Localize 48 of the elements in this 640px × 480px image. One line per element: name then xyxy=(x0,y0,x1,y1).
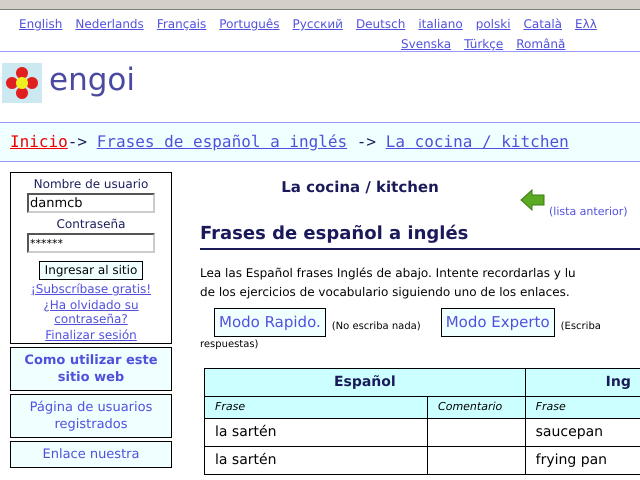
account-link[interactable]: ¿Ha olvidado su contraseña? xyxy=(41,298,141,326)
account-link[interactable]: Finalizar sesión xyxy=(45,328,137,342)
language-link[interactable]: Français xyxy=(156,15,206,33)
account-link[interactable]: ¡Subscríbase gratis! xyxy=(30,282,152,296)
username-field[interactable]: danmcb xyxy=(27,193,155,213)
mode-note: respuestas) xyxy=(200,338,260,352)
breadcrumb-separator: -> xyxy=(356,131,378,153)
language-link[interactable]: Русский xyxy=(292,15,343,33)
login-button[interactable]: Ingresar al sitio xyxy=(38,261,144,280)
column-group-header: Español xyxy=(204,368,526,396)
table-cell: la sartén xyxy=(204,446,428,474)
language-link[interactable]: Türkçe xyxy=(464,35,504,51)
password-label: Contraseña xyxy=(56,216,126,233)
language-link[interactable]: Português xyxy=(219,15,280,33)
language-link[interactable]: Català xyxy=(524,15,562,33)
password-field[interactable]: ****** xyxy=(27,233,155,253)
mode-note: (No escriba nada) xyxy=(332,320,421,334)
language-link[interactable]: polski xyxy=(476,15,511,33)
breadcrumb-link[interactable]: La cocina / kitchen xyxy=(386,130,569,154)
language-link[interactable]: Română xyxy=(516,35,566,51)
mode-note: (Escriba xyxy=(560,320,601,334)
left-arrow-icon[interactable] xyxy=(520,188,546,212)
previous-list-link[interactable]: (lista anterior) xyxy=(549,204,628,220)
column-header: Frase xyxy=(204,396,428,418)
language-link[interactable]: English xyxy=(19,15,62,33)
language-link[interactable]: Deutsch xyxy=(356,15,406,33)
mode-button[interactable]: Modo Experto xyxy=(440,308,555,336)
sidebar-link[interactable]: Enlace nuestra xyxy=(10,441,172,468)
breadcrumb-separator: -> xyxy=(68,131,88,153)
logo-text: engoi xyxy=(49,60,135,100)
language-link[interactable]: Svenska xyxy=(401,35,452,51)
list-title: La cocina / kitchen xyxy=(280,177,440,198)
intro-text: Lea las Español frases Inglés de abajo. Intente recordarlas y lu de los ejercicios de vocabulario siguiendo uno de los enlaces. xyxy=(200,265,577,301)
sidebar-link[interactable]: Como utilizar este sitio web xyxy=(10,347,172,391)
column-header: Frase xyxy=(525,396,640,418)
section-heading: Frases de español a inglés xyxy=(200,220,640,250)
table-cell: la sartén xyxy=(204,418,428,446)
language-link[interactable]: Nederlands xyxy=(75,15,144,33)
language-link[interactable]: italiano xyxy=(418,15,463,33)
breadcrumb-link[interactable]: Inicio xyxy=(10,130,68,154)
language-link[interactable]: Ελλ xyxy=(575,15,597,33)
username-label: Nombre de usuario xyxy=(34,176,148,193)
sidebar-link[interactable]: Página de usuarios registrados xyxy=(10,394,172,438)
flower-logo-icon xyxy=(2,63,42,103)
mode-button[interactable]: Modo Rapido. xyxy=(214,308,326,336)
column-header: Comentario xyxy=(428,396,526,418)
column-group-header: Ing xyxy=(525,368,640,396)
breadcrumb-link[interactable]: Frases de español a inglés xyxy=(96,130,348,154)
